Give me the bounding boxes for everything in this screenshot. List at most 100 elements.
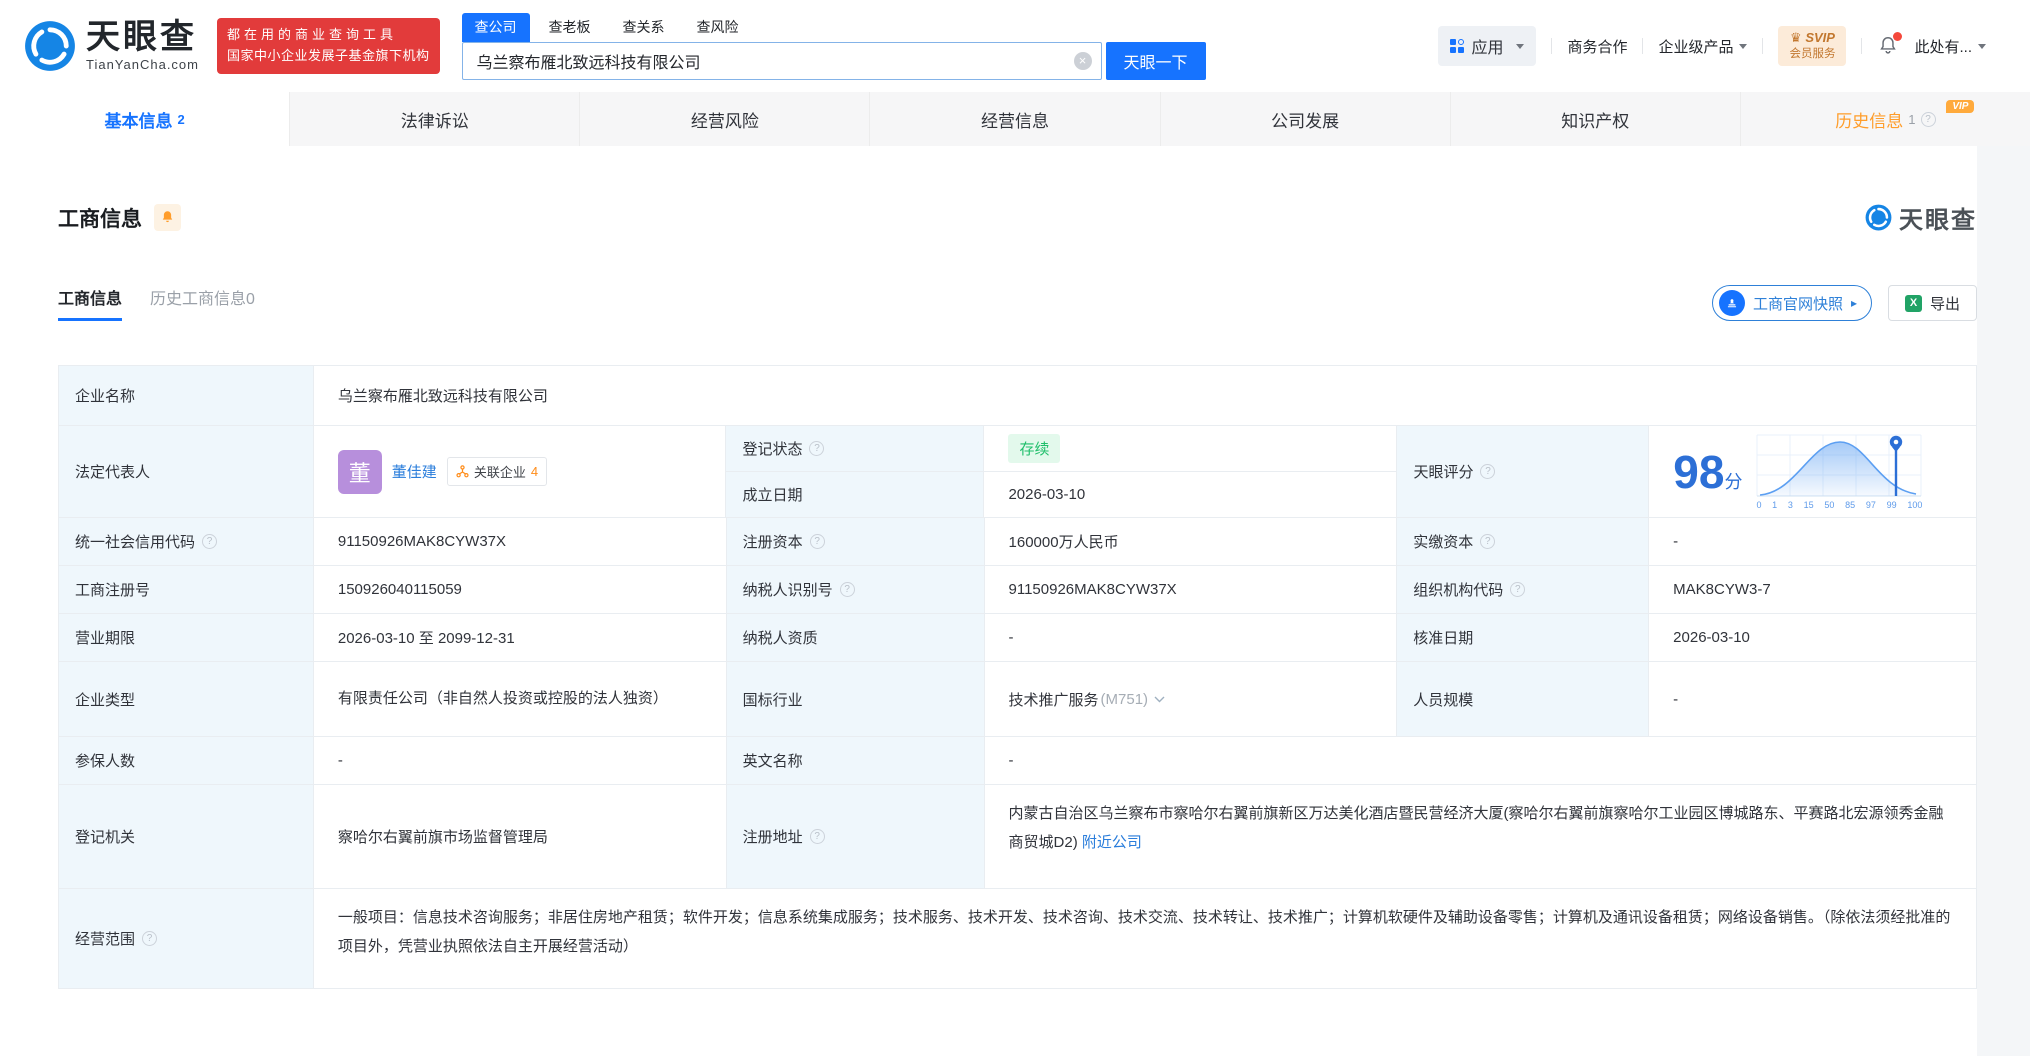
- business-info-card: 工商信息 天眼查 工商信息 历史工商信息0 工商官网快照 ▸ X 导出 企业名称…: [0, 146, 1978, 1056]
- address-cell: 内蒙古自治区乌兰察布市察哈尔右翼前旗新区万达美化酒店暨民营经济大厦(察哈尔右翼前…: [984, 785, 1978, 889]
- field-label: 登记机关: [59, 785, 314, 889]
- org-code-value: MAK8CYW3-7: [1649, 566, 1977, 614]
- tab-operation-info[interactable]: 经营信息: [869, 92, 1159, 146]
- table-row: 法定代表人 董 董佳建 关联企业 4 登记状态 ? 存续 成立日期 2026-0…: [59, 426, 1978, 518]
- help-icon[interactable]: ?: [809, 534, 825, 549]
- nearby-companies-link[interactable]: 附近公司: [1082, 834, 1142, 851]
- search-tab-company[interactable]: 查公司: [461, 12, 530, 42]
- legal-rep-link[interactable]: 董佳建: [392, 461, 437, 482]
- tab-legal-litigation[interactable]: 法律诉讼: [289, 92, 579, 146]
- field-label: 纳税人识别号 ?: [726, 566, 985, 614]
- cooperation-link[interactable]: 商务合作: [1567, 36, 1627, 57]
- help-icon[interactable]: ?: [1510, 582, 1526, 597]
- field-label: 营业期限: [59, 614, 314, 662]
- official-snapshot-button[interactable]: 工商官网快照 ▸: [1711, 285, 1872, 321]
- tab-history-info[interactable]: 历史信息 1 ? VIP: [1739, 92, 2030, 146]
- promo-line2: 国家中小企业发展子基金旗下机构: [227, 48, 430, 63]
- status-date-subtable: 登记状态 ? 存续 成立日期 2026-03-10: [726, 426, 1398, 518]
- watermark-logo-icon: [1865, 204, 1892, 231]
- industry-value: 技术推广服务 (M751): [984, 662, 1398, 737]
- logo-title: 天眼查: [86, 17, 197, 56]
- uscc-value: 91150926MAK8CYW37X: [313, 518, 727, 566]
- avatar[interactable]: 董: [337, 449, 382, 494]
- score-curve-chart: [1756, 434, 1922, 497]
- table-row: 企业名称 乌兰察布雁北致远科技有限公司: [59, 366, 1977, 426]
- logo-subtitle: TianYanCha.com: [86, 57, 199, 73]
- vip-badge: VIP: [1946, 100, 1975, 113]
- more-link[interactable]: 此处有...: [1914, 36, 1986, 57]
- field-label: 核准日期: [1397, 614, 1650, 662]
- svip-button[interactable]: ♛ SVIP 会员服务: [1778, 26, 1847, 66]
- table-row: 统一社会信用代码 ? 91150926MAK8CYW37X 注册资本 ? 160…: [59, 518, 1977, 566]
- help-icon[interactable]: ?: [1480, 534, 1496, 549]
- stamp-icon: [1718, 290, 1745, 316]
- industry-caret-icon[interactable]: [1154, 696, 1165, 703]
- business-scope-value: 一般项目：信息技术咨询服务；非居住房地产租赁；软件开发；信息系统集成服务；技术服…: [313, 889, 1977, 989]
- export-button[interactable]: X 导出: [1887, 285, 1977, 321]
- score-value: 98分: [1673, 445, 1743, 498]
- related-companies-badge[interactable]: 关联企业 4: [446, 457, 548, 486]
- help-icon[interactable]: ?: [202, 534, 218, 549]
- promo-badge: 都在用的商业查询工具 国家中小企业发展子基金旗下机构: [217, 18, 440, 74]
- help-icon[interactable]: ?: [809, 441, 825, 456]
- apps-label: 应用: [1471, 40, 1504, 57]
- tab-operation-risk[interactable]: 经营风险: [579, 92, 869, 146]
- search-tab-risk[interactable]: 查风险: [684, 13, 752, 42]
- crown-icon: ♛: [1790, 30, 1802, 46]
- field-label: 英文名称: [726, 737, 985, 785]
- tianyancha-logo[interactable]: 天眼查 TianYanCha.com: [24, 17, 199, 73]
- field-label: 企业名称: [59, 366, 314, 426]
- search-input[interactable]: [461, 41, 1102, 80]
- registry-value: 察哈尔右翼前旗市场监督管理局: [313, 785, 727, 889]
- help-icon[interactable]: ?: [1480, 464, 1496, 479]
- help-icon[interactable]: ?: [1920, 111, 1936, 127]
- tab-count: 1: [1908, 111, 1916, 127]
- table-row: 工商注册号 150926040115059 纳税人识别号 ? 91150926M…: [59, 566, 1977, 614]
- help-icon[interactable]: ?: [142, 931, 158, 946]
- approval-date-value: 2026-03-10: [1649, 614, 1977, 662]
- toolbar-row: 工商信息 历史工商信息0 工商官网快照 ▸ X 导出: [58, 285, 1977, 321]
- help-icon[interactable]: ?: [839, 582, 855, 597]
- divider: [1861, 38, 1863, 54]
- apps-button[interactable]: 应用: [1438, 26, 1537, 66]
- reg-capital-value: 160000万人民币: [984, 518, 1398, 566]
- tab-basic-info[interactable]: 基本信息 2: [0, 92, 290, 146]
- field-label: 国标行业: [726, 662, 985, 737]
- insured-count-value: -: [313, 737, 727, 785]
- notification-bell[interactable]: [1877, 32, 1903, 57]
- enterprise-link[interactable]: 企业级产品: [1658, 36, 1748, 57]
- bell-icon: [162, 211, 173, 223]
- subscribe-bell-button[interactable]: [154, 204, 181, 231]
- company-type-value: 有限责任公司（非自然人投资或控股的法人独资）: [313, 662, 727, 737]
- caret-down-icon: [1739, 43, 1748, 49]
- search-button[interactable]: 天眼一下: [1105, 41, 1206, 80]
- tab-intellectual-property[interactable]: 知识产权: [1449, 92, 1740, 146]
- tab-company-development[interactable]: 公司发展: [1159, 92, 1450, 146]
- caret-down-icon: [1978, 43, 1986, 49]
- field-label: 注册地址 ?: [726, 785, 985, 889]
- english-name-value: -: [984, 737, 1978, 785]
- section-header: 工商信息 天眼查: [58, 146, 1977, 235]
- help-icon[interactable]: ?: [809, 829, 825, 844]
- field-label: 纳税人资质: [726, 614, 985, 662]
- snapshot-arrow-icon: ▸: [1850, 296, 1857, 310]
- company-name-value: 乌兰察布雁北致远科技有限公司: [313, 366, 1977, 426]
- watermark-text: 天眼查: [1899, 207, 1977, 234]
- clear-icon[interactable]: ×: [1073, 51, 1092, 70]
- notification-dot: [1893, 32, 1903, 41]
- search-tab-relation[interactable]: 查关系: [610, 13, 678, 42]
- header-nav: 应用 商务合作 企业级产品 ♛ SVIP 会员服务 此处有...: [1438, 26, 1986, 66]
- divider: [1642, 38, 1644, 54]
- table-row: 登记机关 察哈尔右翼前旗市场监督管理局 注册地址 ? 内蒙古自治区乌兰察布市察哈…: [59, 785, 1978, 889]
- subtab-history-business-info[interactable]: 历史工商信息0: [150, 285, 255, 309]
- tianyancha-logo-icon: [25, 21, 75, 71]
- legal-rep-cell: 董 董佳建 关联企业 4: [313, 426, 727, 518]
- field-label: 人员规模: [1397, 662, 1650, 737]
- subtab-business-info[interactable]: 工商信息: [58, 285, 123, 321]
- field-label: 组织机构代码 ?: [1397, 566, 1650, 614]
- search-tab-boss[interactable]: 查老板: [536, 13, 604, 42]
- section-title: 工商信息: [58, 207, 142, 231]
- paid-capital-value: -: [1649, 518, 1977, 566]
- field-label: 统一社会信用代码 ?: [59, 518, 314, 566]
- company-tabbar: 基本信息 2 法律诉讼 经营风险 经营信息 公司发展 知识产权 历史信息 1 ?…: [0, 92, 2030, 146]
